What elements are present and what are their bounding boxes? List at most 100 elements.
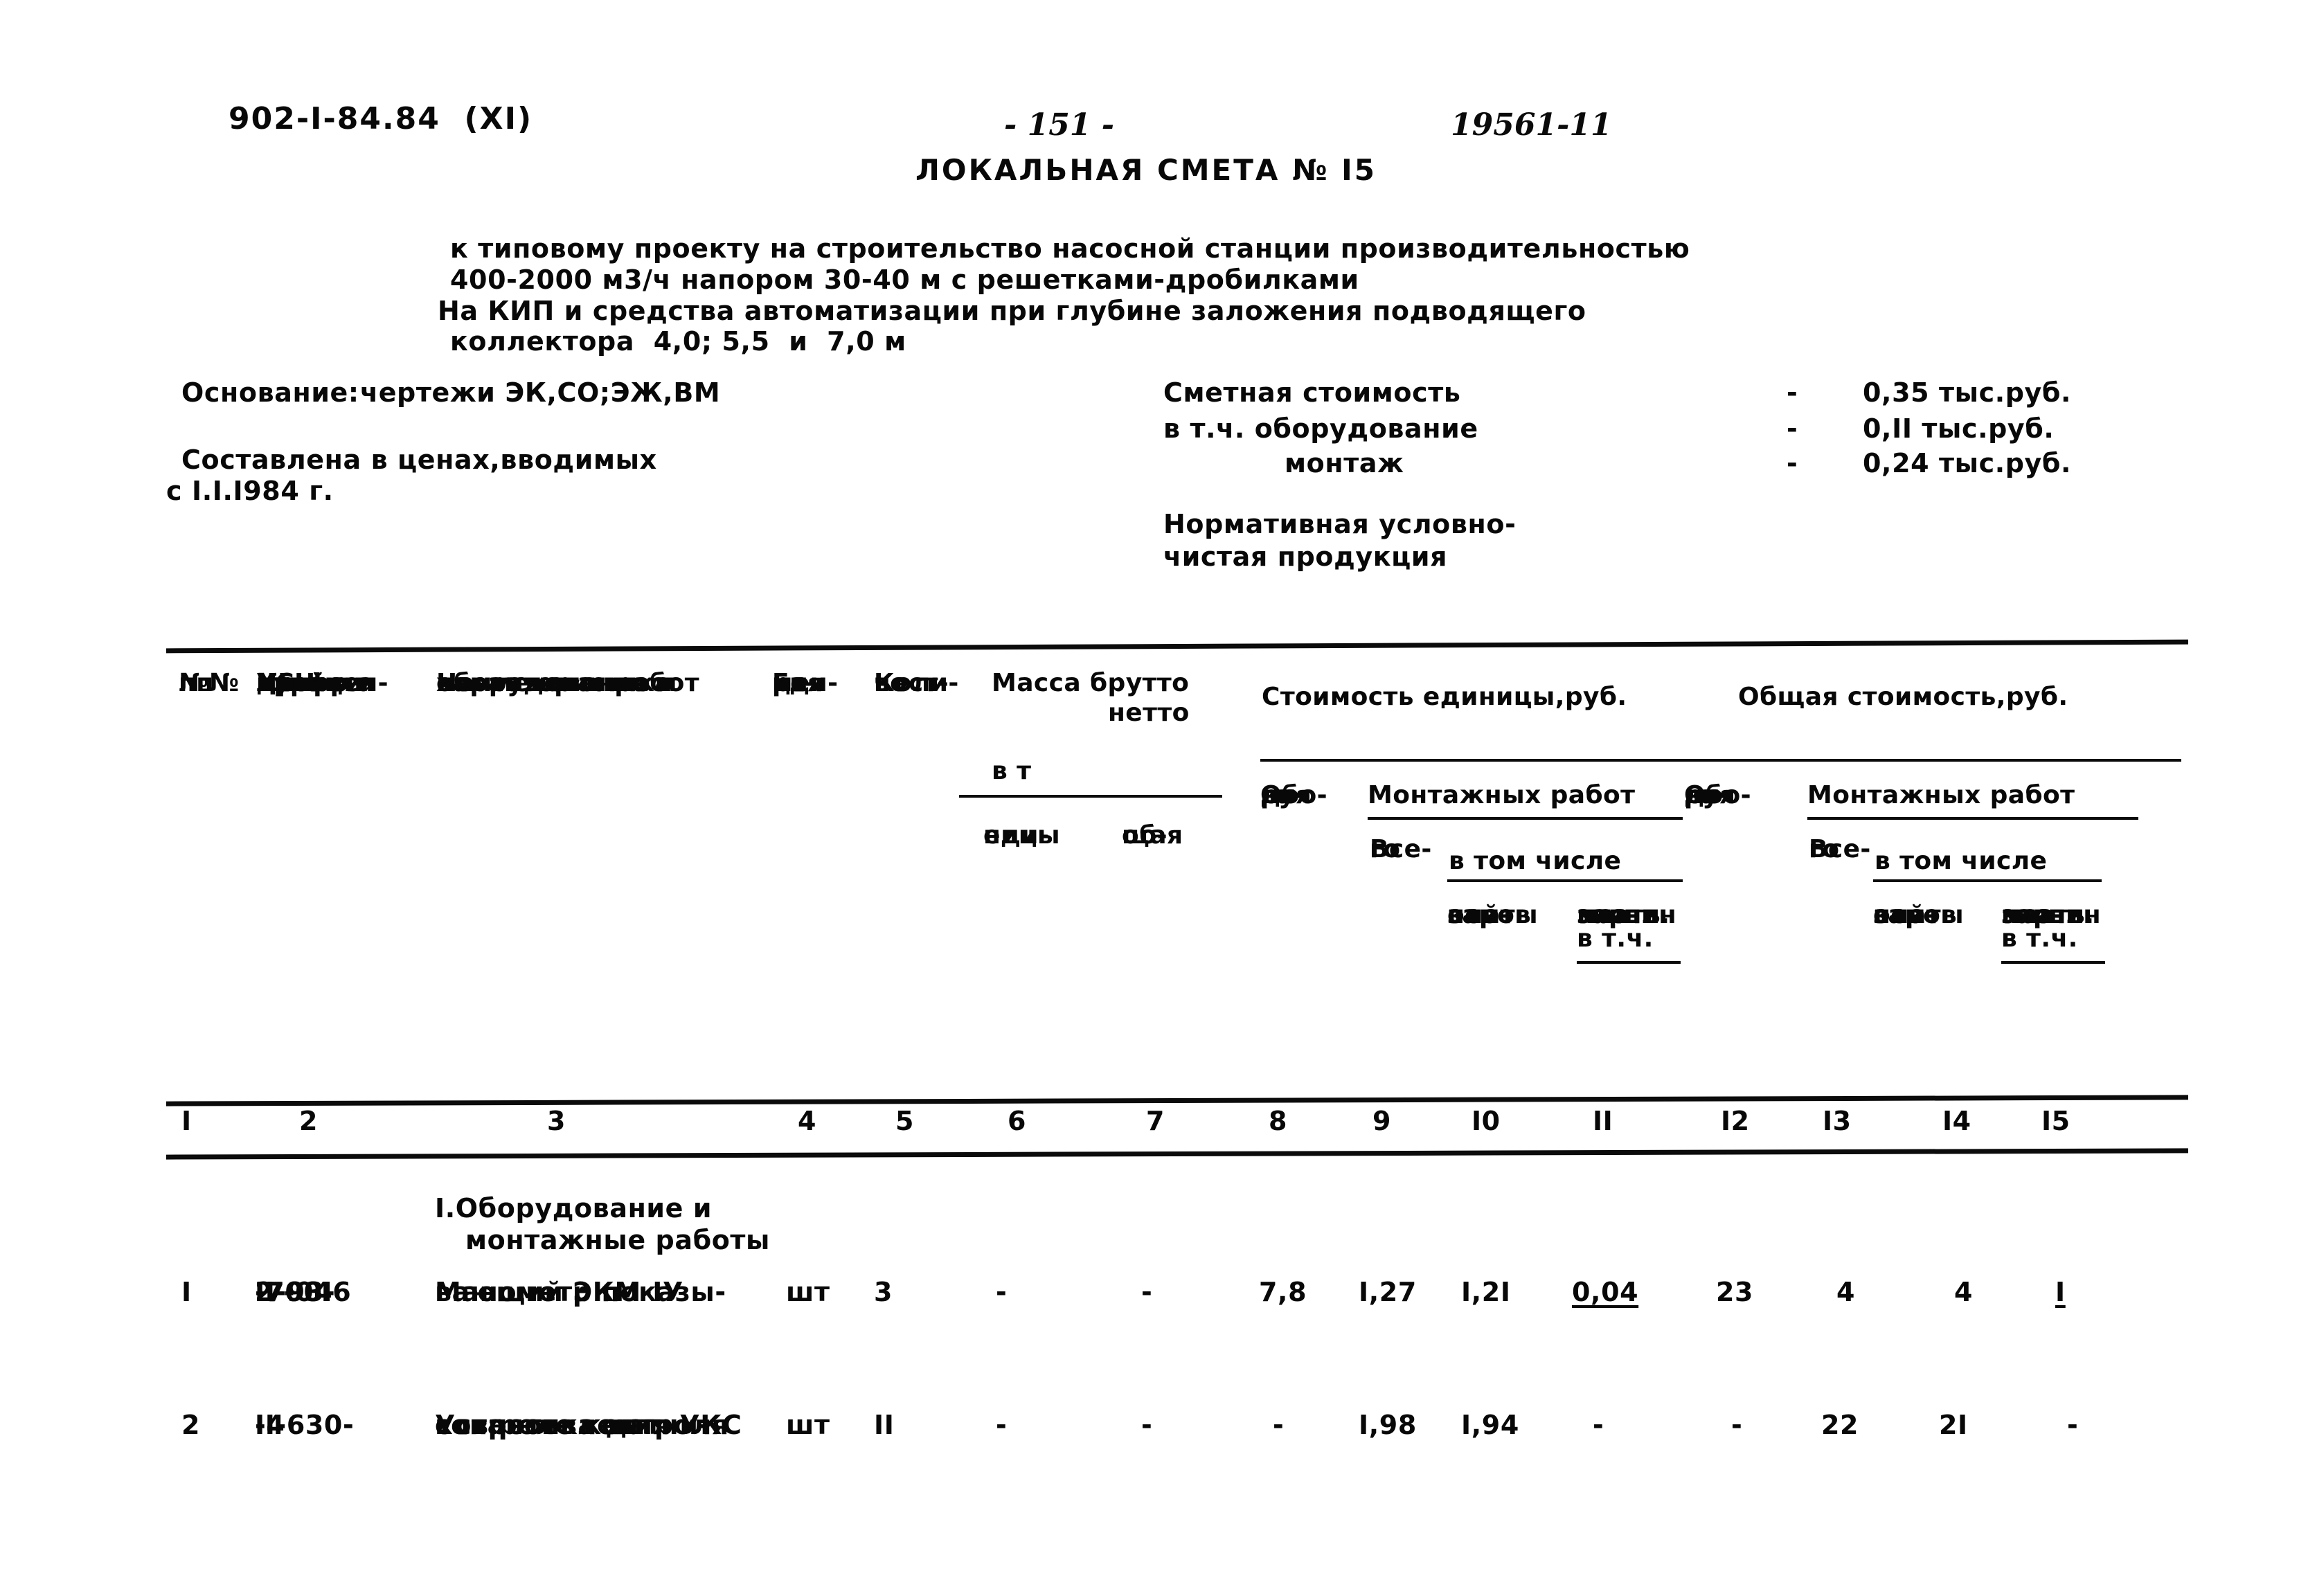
col8-line5: ния [1260, 781, 1312, 809]
including-label-unit: в том числе [1449, 847, 1622, 875]
row-2-unit-machines: - [1593, 1410, 1604, 1440]
col3-line4: монтажных работ [436, 669, 699, 697]
row-2-name-line-3: сопротивления УКС [435, 1410, 742, 1440]
summary-dash-0: - [1787, 377, 1798, 408]
section-title-line-1: I.Оборудование и [435, 1193, 713, 1223]
subtitle-line-2: 400-2000 м3/ч напором 30-40 м с решеткам… [450, 264, 1359, 295]
row-1-mass-unit: - [996, 1277, 1008, 1307]
row-1-total-assembly-total: 4 [1836, 1277, 1856, 1307]
row-2-total-machines: - [2067, 1410, 2079, 1440]
project-code: 902-I-84.84 (XI) [229, 101, 533, 136]
col5-line3: во [874, 669, 908, 697]
subtitle-line-3: На КИП и средства автоматизации при глуб… [438, 295, 1586, 326]
unit-cost-group-title: Стоимость единицы,руб. [1262, 683, 1627, 711]
summary-label-0: Сметная стоимость [1163, 377, 1461, 408]
colnum-8: 8 [1269, 1106, 1287, 1136]
colnum-12: I2 [1721, 1106, 1750, 1136]
table-top-rule [166, 639, 2189, 654]
row-2-qty: II [874, 1410, 895, 1440]
handwritten-note: 19561-11 [1451, 107, 1612, 143]
summary-dash-1: - [1787, 413, 1798, 444]
assembly-title-unit: Монтажных работ [1368, 781, 1636, 809]
assembly-title-total: Монтажных работ [1807, 781, 2075, 809]
row-1-unit-assembly-total: I,27 [1359, 1277, 1417, 1307]
colnum-11: II [1593, 1106, 1613, 1136]
col1-line2: пп [179, 669, 214, 697]
row-2-total-equipment: - [1731, 1410, 1743, 1440]
row-2-unit: шт [786, 1410, 830, 1440]
col7-line2: щая [1122, 821, 1183, 850]
total-cost-group-title: Общая стоимость,руб. [1738, 683, 2068, 711]
summary-label-2: монтаж [1285, 448, 1404, 478]
summary-value-1: 0,II тыс.руб. [1863, 413, 2055, 444]
colnum-2: 2 [299, 1106, 318, 1136]
colnum-15: I5 [2041, 1106, 2070, 1136]
summary-value-2: 0,24 тыс.руб. [1863, 448, 2072, 478]
row-2-mass-total: - [1141, 1410, 1153, 1440]
assembly-rule-unit [1368, 817, 1683, 820]
net-output-line-1: Нормативная условно- [1163, 509, 1517, 539]
row-2-unit-base-salary: I,94 [1461, 1410, 1519, 1440]
summary-value-0: 0,35 тыс.руб. [1863, 377, 2072, 408]
row-1-no: I [181, 1277, 192, 1307]
col15-line5: платы [2001, 901, 2092, 929]
subtitle-line-1: к типовому проекту на строительство насо… [450, 233, 1690, 264]
row-1-unit: шт [786, 1277, 830, 1307]
row-1-name-line-2: вающий ЭКМ-IУ [435, 1277, 683, 1307]
row-1-mass-total: - [1141, 1277, 1153, 1307]
col2-line8: др. [256, 669, 305, 697]
mass-brutto-label: Масса брутто [992, 669, 1190, 697]
col6-line2: ницы [983, 821, 1060, 850]
including-label-total: в том числе [1875, 847, 2048, 875]
mass-netto-label: нетто [1108, 699, 1190, 727]
colnum-top-rule [166, 1095, 2189, 1106]
colnum-10: I0 [1471, 1106, 1501, 1136]
including-rule-unit [1447, 879, 1683, 882]
row-1-total-base-salary: 4 [1954, 1277, 1974, 1307]
row-2-mass-unit: - [996, 1410, 1008, 1440]
col4-line7: ния [772, 669, 824, 697]
section-title-line-2: монтажные работы [465, 1225, 770, 1255]
document-page: 902-I-84.84 (XI) - 151 - 19561-11 ЛОКАЛЬ… [0, 0, 2299, 1596]
colnum-1: I [181, 1106, 192, 1136]
row-1-unit-base-salary: I,2I [1461, 1277, 1511, 1307]
row-2-total-assembly-total: 22 [1821, 1410, 1859, 1440]
basis-value: чертежи ЭК,СО;ЭЖ,ВМ [360, 377, 721, 408]
basis-label: Основание: [181, 377, 359, 408]
colnum-14: I4 [1942, 1106, 1971, 1136]
row-1-code-line-4: -7 [255, 1277, 285, 1307]
row-1-unit-machines: 0,04 [1572, 1277, 1639, 1307]
row-2-total-base-salary: 2I [1939, 1410, 1968, 1440]
colnum-6: 6 [1008, 1106, 1026, 1136]
col9-line2: го [1370, 835, 1401, 863]
colnum-7: 7 [1146, 1106, 1165, 1136]
colnum-bottom-rule [166, 1148, 2189, 1160]
including-rule-total [1873, 879, 2102, 882]
cost-group-rule [1260, 759, 2181, 762]
machines-rule-total [2001, 961, 2105, 964]
assembly-rule-total [1807, 817, 2138, 820]
row-2-unit-assembly-total: I,98 [1359, 1410, 1417, 1440]
col13-line2: го [1809, 835, 1840, 863]
mass-group-rule [959, 795, 1222, 798]
colnum-9: 9 [1372, 1106, 1391, 1136]
summary-dash-2: - [1787, 448, 1798, 478]
summary-label-1: в т.ч. оборудование [1163, 413, 1478, 444]
net-output-line-2: чистая продукция [1163, 541, 1448, 572]
row-1-unit-equipment: 7,8 [1259, 1277, 1307, 1307]
subtitle-block: к типовому проекту на строительство насо… [438, 233, 1690, 355]
colnum-5: 5 [895, 1106, 914, 1136]
page-title: ЛОКАЛЬНАЯ СМЕТА № I5 [915, 153, 1377, 187]
col11-line5: платы [1577, 901, 1667, 929]
row-1-total-machines: I [2055, 1277, 2066, 1307]
subtitle-line-4: коллектора 4,0; 5,5 и 7,0 м [450, 326, 906, 357]
colnum-3: 3 [547, 1106, 566, 1136]
page-number: - 151 - [1004, 107, 1115, 143]
prices-line-2: с I.I.I984 г. [166, 476, 334, 506]
colnum-13: I3 [1823, 1106, 1852, 1136]
colnum-4: 4 [798, 1106, 816, 1136]
machines-rule-unit [1577, 961, 1681, 964]
col12-line5: ния [1684, 781, 1736, 809]
row-2-no: 2 [181, 1410, 201, 1440]
row-2-unit-equipment: - [1273, 1410, 1285, 1440]
